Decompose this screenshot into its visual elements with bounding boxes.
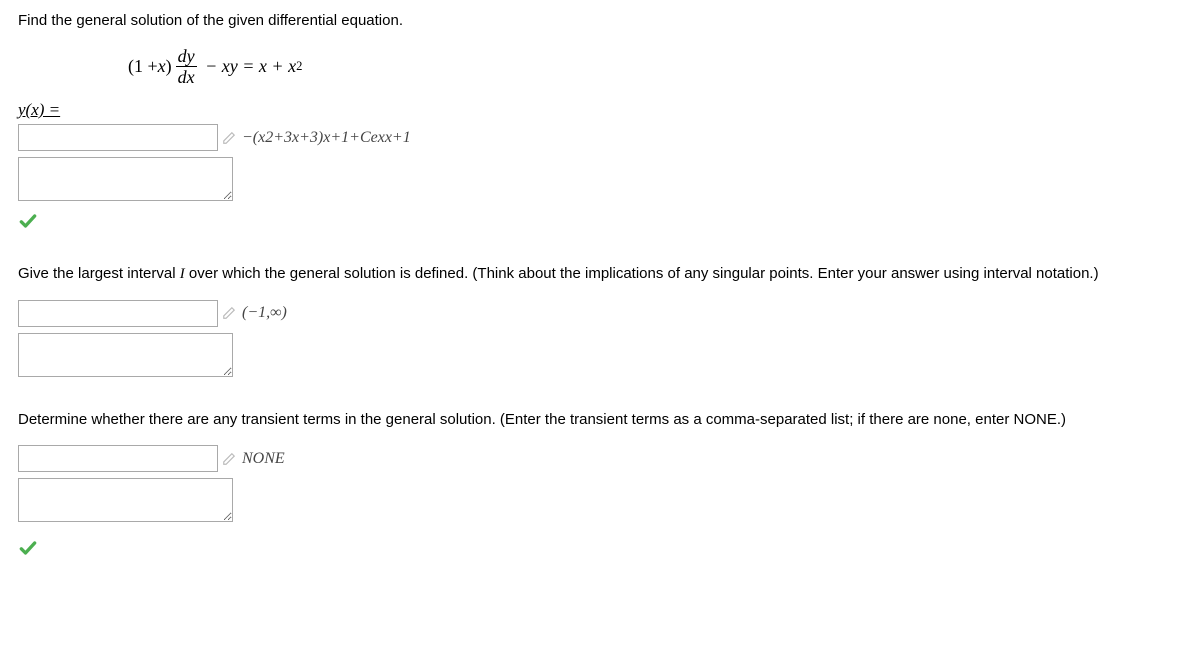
q3-answer-row: NONE — [18, 445, 1168, 472]
edit-icon — [222, 131, 236, 145]
q2-solution: (−1,∞) — [242, 304, 287, 322]
q1-scratch-input[interactable] — [18, 157, 233, 201]
q3-prompt: Determine whether there are any transien… — [18, 409, 1168, 432]
q2-answer-row: (−1,∞) — [18, 300, 1168, 327]
differential-equation: (1 + x) dydx − xy = x + x2 — [128, 47, 1168, 86]
q3-solution: NONE — [242, 450, 285, 468]
q1-prompt: Find the general solution of the given d… — [18, 12, 1168, 29]
q1-solution: −(x2+3x+3)x+1+Cexx+1 — [242, 129, 411, 147]
q3-answer-input[interactable] — [18, 445, 218, 472]
q1-answer-row: −(x2+3x+3)x+1+Cexx+1 — [18, 124, 1168, 151]
check-icon — [18, 211, 1168, 235]
q3-scratch-input[interactable] — [18, 478, 233, 522]
q2-answer-input[interactable] — [18, 300, 218, 327]
q2-scratch-input[interactable] — [18, 333, 233, 377]
edit-icon — [222, 306, 236, 320]
check-icon — [18, 538, 1168, 562]
edit-icon — [222, 452, 236, 466]
q2-prompt: Give the largest interval I over which t… — [18, 263, 1168, 286]
yx-label: y(x) = — [18, 100, 1168, 120]
q1-answer-input[interactable] — [18, 124, 218, 151]
